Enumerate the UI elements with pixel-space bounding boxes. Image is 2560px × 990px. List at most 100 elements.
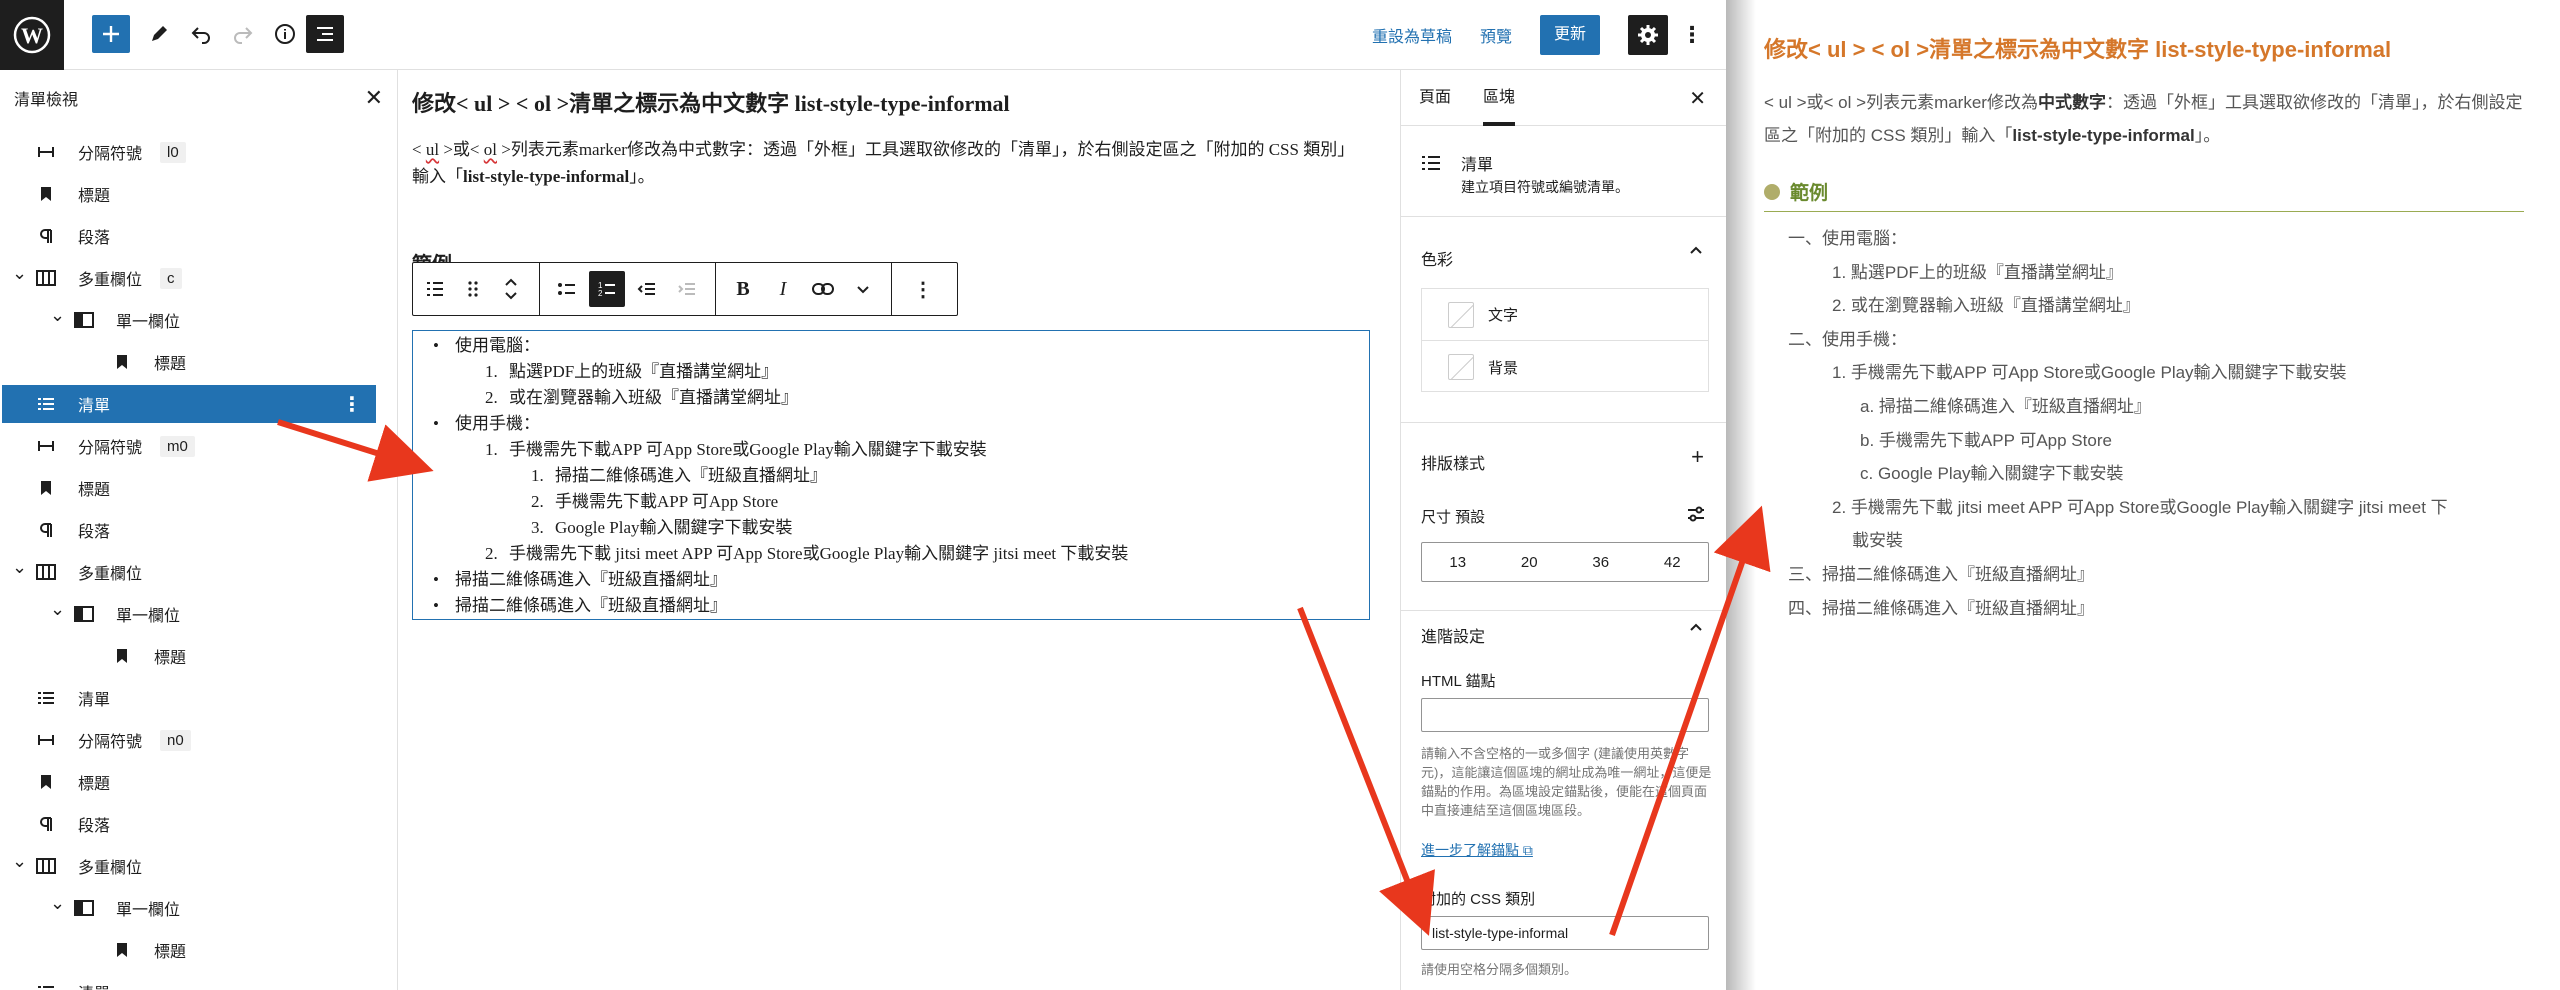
- chevron-down-icon[interactable]: [845, 271, 881, 307]
- background-color-label: 背景: [1488, 359, 1519, 377]
- font-size-option[interactable]: 20: [1494, 543, 1566, 581]
- list-view-item-標題[interactable]: 標題: [2, 637, 376, 675]
- background-color-option[interactable]: 背景: [1422, 341, 1708, 393]
- list-view-item-單一欄位[interactable]: ⌄ 單一欄位: [2, 595, 376, 633]
- text-color-option[interactable]: 文字: [1422, 289, 1708, 341]
- close-icon[interactable]: ✕: [1689, 86, 1706, 111]
- font-size-option[interactable]: 36: [1565, 543, 1637, 581]
- list-view-button[interactable]: [306, 15, 344, 53]
- list-view-item-標題[interactable]: 標題: [2, 763, 376, 801]
- info-icon[interactable]: [266, 15, 304, 53]
- close-icon[interactable]: ✕: [365, 85, 383, 111]
- separator-icon: [34, 434, 58, 458]
- list-item[interactable]: 3. Google Play輸入關鍵字下載安裝: [531, 515, 793, 541]
- chevron-down-icon[interactable]: ⌄: [50, 599, 65, 620]
- list-item[interactable]: • 使用電腦：: [433, 333, 540, 359]
- update-button[interactable]: 更新: [1539, 15, 1600, 55]
- list-item[interactable]: 2. 手機需先下載APP 可App Store: [531, 489, 778, 515]
- list-block-type-icon[interactable]: [417, 271, 453, 307]
- preview-button[interactable]: 預覽: [1480, 23, 1512, 47]
- list-view-item-清單[interactable]: 清單 ⋮: [2, 385, 376, 423]
- list-view-item-單一欄位[interactable]: ⌄ 單一欄位: [2, 889, 376, 927]
- sliders-icon[interactable]: [1686, 504, 1706, 528]
- font-size-option[interactable]: 42: [1637, 543, 1709, 581]
- bold-icon[interactable]: B: [725, 271, 761, 307]
- css-class-input[interactable]: list-style-type-informal: [1421, 916, 1709, 950]
- block-options-icon[interactable]: ⋮: [905, 271, 941, 307]
- list-view-item-清單[interactable]: 清單: [2, 973, 376, 990]
- color-panel-title[interactable]: 色彩: [1421, 246, 1453, 270]
- editor-header: W 重設為草稿 預覽 更新 ⋮: [0, 0, 1726, 70]
- list-item[interactable]: 1. 手機需先下載APP 可App Store或Google Play輸入關鍵字下…: [485, 437, 987, 463]
- list-item[interactable]: 1. 點選PDF上的班級『直播講堂網址』: [485, 359, 778, 385]
- intro-paragraph[interactable]: < ul >或< ol >列表元素marker修改為中式數字：透過「外框」工具選…: [412, 136, 1364, 190]
- list-item[interactable]: 2. 手機需先下載 jitsi meet APP 可App Store或Googl…: [485, 541, 1128, 567]
- undo-icon[interactable]: [182, 15, 220, 53]
- list-view-item-標題[interactable]: 標題: [2, 931, 376, 969]
- more-options-icon[interactable]: ⋮: [342, 392, 362, 417]
- outdent-icon[interactable]: [629, 271, 665, 307]
- plus-icon[interactable]: +: [1691, 444, 1704, 470]
- list-item[interactable]: • 使用手機：: [433, 411, 540, 437]
- list-marker: •: [433, 570, 439, 589]
- drag-handle-icon[interactable]: [455, 271, 491, 307]
- chevron-down-icon[interactable]: ⌄: [12, 851, 27, 872]
- font-size-option[interactable]: 13: [1422, 543, 1494, 581]
- list-view-item-標題[interactable]: 標題: [2, 343, 376, 381]
- list-view-title: 清單檢視: [14, 92, 79, 109]
- anchor-learn-more-label: 進一步了解錨點: [1421, 842, 1519, 858]
- unordered-list-icon[interactable]: [549, 271, 585, 307]
- more-options-icon[interactable]: ⋮: [1680, 15, 1704, 55]
- tab-page[interactable]: 頁面: [1419, 70, 1451, 126]
- columns-icon: [34, 854, 58, 878]
- list-view-item-多重欄位[interactable]: ⌄ 多重欄位: [2, 847, 376, 885]
- chevron-down-icon[interactable]: ⌄: [50, 893, 65, 914]
- redo-icon[interactable]: [224, 15, 262, 53]
- chevron-down-icon[interactable]: ⌄: [50, 305, 65, 326]
- list-view-item-多重欄位[interactable]: ⌄ 多重欄位 c: [2, 259, 376, 297]
- list-view-item-段落[interactable]: 段落: [2, 805, 376, 843]
- advanced-panel-title[interactable]: 進階設定: [1421, 623, 1485, 647]
- add-block-button[interactable]: [92, 15, 130, 53]
- indent-icon[interactable]: [669, 271, 705, 307]
- chevron-down-icon[interactable]: ⌄: [12, 557, 27, 578]
- italic-icon[interactable]: I: [765, 271, 801, 307]
- settings-button[interactable]: [1628, 15, 1668, 55]
- list-view-item-分隔符號[interactable]: 分隔符號 m0: [2, 427, 376, 465]
- example-heading[interactable]: 範例: [412, 248, 452, 262]
- list-item[interactable]: 1. 掃描二維條碼進入『班級直播網址』: [531, 463, 827, 489]
- wordpress-logo-icon[interactable]: W: [0, 0, 64, 70]
- list-block[interactable]: • 使用電腦： 1. 點選PDF上的班級『直播講堂網址』 2. 或在瀏覽器輸入班級『直播講…: [412, 330, 1370, 620]
- list-view-item-label: 清單: [78, 980, 110, 990]
- edit-pencil-icon[interactable]: [140, 15, 178, 53]
- chevron-up-icon[interactable]: [1688, 242, 1704, 263]
- chevron-down-icon[interactable]: ⌄: [12, 263, 27, 284]
- list-view-item-段落[interactable]: 段落: [2, 511, 376, 549]
- list-view-item-多重欄位[interactable]: ⌄ 多重欄位: [2, 553, 376, 591]
- typography-panel-title[interactable]: 排版樣式: [1421, 450, 1485, 474]
- list-icon: [34, 980, 58, 990]
- ordered-list-icon[interactable]: 12: [589, 271, 625, 307]
- anchor-learn-more-link[interactable]: 進一步了解錨點 ⧉: [1421, 840, 1533, 860]
- list-item[interactable]: • 掃描二維條碼進入『班級直播網址』: [433, 567, 727, 593]
- html-anchor-input[interactable]: [1421, 698, 1709, 732]
- list-view-item-清單[interactable]: 清單: [2, 679, 376, 717]
- list-view-item-label: 分隔符號: [78, 440, 143, 457]
- chevron-up-icon[interactable]: [1688, 619, 1704, 640]
- list-view-item-段落[interactable]: 段落: [2, 217, 376, 255]
- list-view-item-分隔符號[interactable]: 分隔符號 n0: [2, 721, 376, 759]
- list-view-item-標題[interactable]: 標題: [2, 469, 376, 507]
- tab-block[interactable]: 區塊: [1483, 70, 1516, 126]
- preview-intro-a: < ul >或< ol >列表元素marker修改為: [1764, 93, 2038, 112]
- list-view-item-標題[interactable]: 標題: [2, 175, 376, 213]
- list-view-item-單一欄位[interactable]: ⌄ 單一欄位: [2, 301, 376, 339]
- list-item[interactable]: • 掃描二維條碼進入『班級直播網址』: [433, 593, 727, 619]
- paragraph-icon: [34, 224, 58, 248]
- switch-to-draft-button[interactable]: 重設為草稿: [1372, 23, 1452, 47]
- preview-list-item: 2. 或在瀏覽器輸入班級『直播講堂網址』: [1832, 296, 2140, 316]
- list-view-item-分隔符號[interactable]: 分隔符號 l0: [2, 133, 376, 171]
- link-icon[interactable]: [805, 271, 841, 307]
- move-up-down-icon[interactable]: [493, 271, 529, 307]
- list-item[interactable]: 2. 或在瀏覽器輸入班級『直播講堂網址』: [485, 385, 798, 411]
- post-title[interactable]: 修改< ul > < ol >清單之標示為中文數字 list-style-typ…: [412, 86, 1010, 118]
